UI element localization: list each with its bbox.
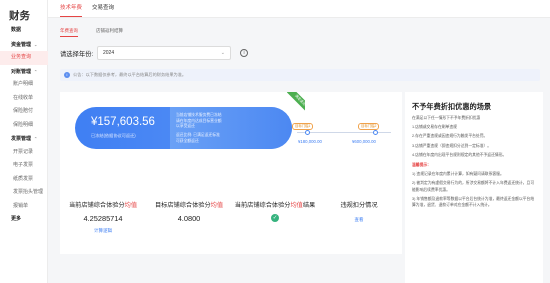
threshold-tag-2: 目标门槛2: [358, 123, 380, 130]
chevron-down-icon: ⌄: [220, 50, 225, 56]
rule-item: 3.店铺严重违规（即违规扣分达到一定标准）。: [412, 143, 492, 148]
sidebar-item-14[interactable]: 更多: [0, 213, 48, 227]
gauge-value-1: ¥180,000.00: [298, 139, 322, 144]
app-logo: 财务: [9, 10, 30, 22]
rules-panel: 不予年费折扣优惠的场景 在满足以下任一情形下不予年费折扣优惠 1.店铺或交易存在…: [405, 92, 543, 283]
tab-tech-fee[interactable]: 技术年费: [60, 4, 83, 17]
pill-text-line: 可获全额返还: [176, 138, 199, 143]
gauge-dot-1: [305, 130, 310, 135]
pill-text-line: 当前店铺技术服务费已冻结: [176, 113, 222, 117]
sidebar-item-4[interactable]: 账户明细: [0, 78, 48, 92]
sidebar-item-0[interactable]: 数据: [0, 24, 48, 38]
sidebar-item-13[interactable]: 报销单: [0, 200, 48, 214]
notice-info-icon: i: [64, 71, 70, 78]
fee-card: ¥157,603.56 已冻结(依据协议可返还) 当前店铺技术服务费已冻结 请在年…: [60, 92, 402, 254]
sidebar-item-11[interactable]: 纸质发票: [0, 173, 48, 187]
sidebar-item-7[interactable]: 保险明细: [0, 119, 48, 133]
year-select[interactable]: 2024 ⌄: [97, 46, 231, 60]
sidebar-item-label: 账户明细: [13, 81, 34, 87]
rules-title: 不予年费折扣优惠的场景: [412, 102, 492, 111]
tab-transaction-query[interactable]: 交易查询: [92, 4, 114, 17]
top-tab-bar: 技术年费 交易查询: [48, 0, 550, 18]
sidebar-item-label: 电子发票: [13, 162, 34, 168]
subtab-rebate[interactable]: 店铺返利结算: [96, 26, 123, 37]
app-root: 财务 数据 资金管理 ⌄ 业务查询 对账管理 ⌃ 账户明细 在线收单 保险赔付 保险明细 发票管理 ⌃…: [0, 0, 550, 283]
sidebar-item-12[interactable]: 发票抬头管理: [0, 186, 48, 200]
sidebar-item-label: 对账管理: [11, 68, 32, 75]
sidebar-item-label: 更多: [11, 216, 22, 222]
notice-text: 公告：以下数据仅参考，最终以平台结算后的财务结果为准。: [73, 72, 187, 77]
sidebar-item-8[interactable]: 发票管理 ⌃: [0, 132, 48, 146]
rule-item: 1.店铺或交易存在刷单违规: [412, 125, 457, 130]
stat-label: 目标店铺综合体验分均值: [154, 202, 224, 209]
chevron-icon: ⌃: [34, 136, 38, 141]
sidebar-item-1[interactable]: 资金管理 ⌄: [0, 38, 48, 52]
year-value: 2024: [103, 50, 115, 56]
sidebar-item-6[interactable]: 保险赔付: [0, 105, 48, 119]
view-violations-link[interactable]: 查看: [316, 217, 402, 223]
stat-value: 4.0800: [177, 214, 201, 223]
sidebar-item-label: 数据: [11, 27, 22, 33]
sidebar-item-label: 纸质发票: [13, 175, 34, 182]
sidebar-item-label: 在线收单: [13, 94, 34, 101]
note-item: 3) 年销售额及退款率等数据以平台后台统计为准，最终返还金额以平台结算为准，退货…: [412, 196, 535, 208]
stat-label: 当前店铺综合体验分均值结果: [234, 202, 316, 209]
stat-current-score: 当前店铺综合体验分均值 4.25285714 计算逻辑: [60, 200, 146, 234]
notice-bar: i 公告：以下数据仅参考，最终以平台结算后的财务结果为准。: [60, 69, 540, 81]
status-ribbon-label: 满足返还: [286, 92, 305, 114]
check-icon: ✓: [271, 214, 279, 222]
sidebar-item-label: 开票记录: [13, 148, 34, 155]
amount-pill: ¥157,603.56 已冻结(依据协议可返还) 当前店铺技术服务费已冻结 请在年…: [75, 107, 292, 149]
pill-text-a: 当前店铺技术服务费已冻结 请在年度内达成目标营业额 以享受返还: [176, 113, 222, 130]
calc-logic-link[interactable]: 计算逻辑: [60, 228, 146, 234]
rules-intro: 在满足以下任一情形下不予年费折扣优惠: [412, 116, 481, 120]
fee-amount-sub: 已冻结(依据协议可返还): [91, 133, 136, 138]
rule-item: 4.店铺在年度内出现平台规则规定的其他不予返还情形。: [412, 152, 507, 157]
score-stats: 当前店铺综合体验分均值 4.25285714 计算逻辑 目标店铺综合体验分均值 …: [60, 200, 402, 240]
fee-amount: ¥157,603.56: [91, 116, 155, 128]
note-item: 2) 被判定为有虚假交易行为的，所涉交易额将不计入年费返还统计，且可能影响后续费…: [412, 181, 535, 192]
note-item: 1) 违规记录在年度内累计计算，如有疑问请联系客服。: [412, 172, 504, 177]
sidebar: 财务 数据 资金管理 ⌄ 业务查询 对账管理 ⌃ 账户明细 在线收单 保险赔付 保险明细 发票管理 ⌃…: [0, 0, 48, 283]
threshold-tag-1: 目标门槛1: [292, 123, 314, 130]
rules-list: 1.店铺或交易存在刷单违规 2.存在严重违规或因违规行为触发平台处罚。 3.店铺严重…: [412, 124, 536, 158]
stat-label: 当前店铺综合体验分均值: [68, 202, 138, 209]
rule-item: 2.存在严重违规或因违规行为触发平台处罚。: [412, 134, 488, 139]
sidebar-item-2[interactable]: 业务查询: [0, 51, 48, 65]
sidebar-item-label: 保险赔付: [13, 108, 34, 114]
sidebar-item-3[interactable]: 对账管理 ⌃: [0, 65, 48, 79]
subtab-annual-fee[interactable]: 年费查询: [60, 26, 78, 37]
sidebar-item-label: 发票抬头管理: [13, 189, 44, 195]
sidebar-nav: 数据 资金管理 ⌄ 业务查询 对账管理 ⌃ 账户明细 在线收单 保险赔付 保险明细 发票管理 ⌃ 开票记…: [0, 24, 48, 227]
stat-label: 违规扣分情况: [340, 202, 378, 209]
pill-text-line: 以享受返还: [176, 124, 195, 128]
sidebar-item-label: 业务查询: [11, 54, 32, 60]
threshold-gauge: [297, 130, 391, 135]
gauge-value-2: ¥600,000.00: [352, 139, 376, 144]
warning-title: 温馨提示：: [412, 163, 431, 168]
chevron-icon: ⌄: [34, 41, 38, 47]
pill-text-line: 返还比例: 已满足返还标准: [176, 133, 220, 137]
sidebar-item-5[interactable]: 在线收单: [0, 92, 48, 106]
sidebar-item-label: 保险明细: [13, 121, 34, 128]
year-label: 请选择年份:: [60, 51, 94, 58]
sidebar-item-10[interactable]: 电子发票: [0, 159, 48, 173]
sidebar-item-9[interactable]: 开票记录: [0, 146, 48, 160]
pill-text-b: 返还比例: 已满足返还标准 可获全额返还: [176, 133, 220, 144]
gauge-dot-2: [373, 130, 378, 135]
chevron-icon: ⌃: [34, 68, 38, 74]
status-ribbon: 满足返还: [283, 92, 305, 114]
notes-list: 1) 违规记录在年度内累计计算，如有疑问请联系客服。 2) 被判定为有虚假交易行为…: [412, 171, 536, 208]
stat-target-score: 目标店铺综合体验分均值 4.0800: [146, 200, 232, 223]
sidebar-item-label: 报销单: [13, 202, 29, 209]
sidebar-item-label: 发票管理: [11, 136, 32, 142]
sidebar-item-label: 资金管理: [11, 41, 32, 48]
stat-violations: 违规扣分情况 查看: [316, 200, 402, 223]
stat-score-result: 当前店铺综合体验分均值结果 ✓: [232, 200, 318, 222]
info-icon[interactable]: i: [240, 49, 248, 57]
stat-value: 4.25285714: [83, 214, 123, 223]
